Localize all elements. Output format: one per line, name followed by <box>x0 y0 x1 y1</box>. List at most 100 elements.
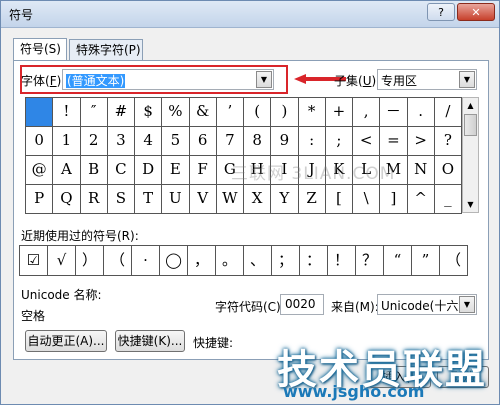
symbol-cell[interactable]: V <box>189 185 217 214</box>
recent-symbol-cell[interactable]: ◯ <box>160 246 188 276</box>
symbol-cell[interactable]: Q <box>53 185 81 214</box>
symbol-cell[interactable]: < <box>353 127 381 156</box>
char-code-label: 字符代码(C): <box>215 300 285 314</box>
symbol-cell[interactable]: / <box>434 98 462 127</box>
shortcut-label: 快捷键: <box>193 336 234 350</box>
symbol-cell[interactable]: 5 <box>162 127 190 156</box>
symbol-cell[interactable]: 2 <box>80 127 108 156</box>
symbol-cell[interactable]: N <box>407 156 435 185</box>
symbol-cell[interactable]: @ <box>26 156 54 185</box>
symbol-cell[interactable]: P <box>26 185 54 214</box>
symbol-cell[interactable]: ″ <box>80 98 108 127</box>
recent-symbol-cell[interactable]: ！ <box>328 246 356 276</box>
chevron-down-icon[interactable]: ▼ <box>459 71 475 88</box>
recent-symbol-cell[interactable]: ） <box>76 246 104 276</box>
scroll-down-icon[interactable]: ▼ <box>463 197 478 212</box>
symbol-cell[interactable]: － <box>380 98 408 127</box>
symbol-cell[interactable]: C <box>107 156 135 185</box>
symbol-cell[interactable]: R <box>80 185 108 214</box>
symbol-cell[interactable]: * <box>298 98 326 127</box>
symbol-cell[interactable]: & <box>189 98 217 127</box>
recent-symbol-cell[interactable]: √ <box>48 246 76 276</box>
symbol-cell[interactable]: ) <box>271 98 299 127</box>
recent-symbol-cell[interactable]: · <box>132 246 160 276</box>
symbol-dialog: 符号 ? ✕ 符号(S) 特殊字符(P) 字体(F): (普通文本) ▼ 子集(… <box>0 0 500 405</box>
chevron-down-icon[interactable]: ▼ <box>459 296 475 313</box>
symbol-cell[interactable]: . <box>407 98 435 127</box>
symbol-cell[interactable]: W <box>216 185 244 214</box>
symbol-cell[interactable]: O <box>434 156 462 185</box>
symbol-grid: ! ″ # $% &’() * +, －./0 1 2 3 4 5 6 7 8 9:; < = >? @ A B C D E F G H… <box>25 97 462 214</box>
from-dropdown[interactable]: Unicode(十六进 ▼ <box>377 294 477 315</box>
scroll-up-icon[interactable]: ▲ <box>463 98 478 113</box>
close-button[interactable]: ✕ <box>457 3 495 21</box>
subset-dropdown[interactable]: 专用区 ▼ <box>377 69 477 90</box>
symbol-cell[interactable]: + <box>325 98 353 127</box>
help-button[interactable]: ? <box>427 3 455 21</box>
symbol-cell[interactable]: > <box>407 127 435 156</box>
symbol-cell[interactable]: # <box>107 98 135 127</box>
symbol-cell[interactable]: B <box>80 156 108 185</box>
tab-symbols[interactable]: 符号(S) <box>13 38 67 61</box>
tab-special-characters[interactable]: 特殊字符(P) <box>69 39 143 60</box>
shortcut-key-button[interactable]: 快捷键(K)... <box>115 330 185 352</box>
recent-symbol-cell[interactable]: 。 <box>216 246 244 276</box>
symbol-cell[interactable]: $ <box>135 98 163 127</box>
symbol-cell[interactable]: 9 <box>271 127 299 156</box>
recent-symbol-cell[interactable]: “ <box>384 246 412 276</box>
recent-symbol-cell[interactable]: ； <box>272 246 300 276</box>
symbol-cell[interactable]: X <box>244 185 272 214</box>
symbol-cell[interactable]: ] <box>380 185 408 214</box>
symbol-cell[interactable]: ? <box>434 127 462 156</box>
symbol-grid-scrollbar[interactable]: ▲ ▼ <box>462 97 479 213</box>
symbol-cell[interactable]: 0 <box>26 127 54 156</box>
symbol-cell[interactable]: ! <box>53 98 81 127</box>
symbol-cell[interactable]: [ <box>325 185 353 214</box>
recent-symbols-label: 近期使用过的符号(R): <box>21 229 139 243</box>
from-value: Unicode(十六进 <box>381 299 471 313</box>
recent-symbol-cell[interactable]: 、 <box>244 246 272 276</box>
symbol-cell[interactable]: Y <box>271 185 299 214</box>
char-code-input[interactable]: 0020 <box>280 294 324 315</box>
unicode-name-value: 空格 <box>21 309 46 323</box>
symbol-cell[interactable]: D <box>135 156 163 185</box>
symbol-cell[interactable]: 3 <box>107 127 135 156</box>
recent-symbol-cell[interactable]: ” <box>412 246 440 276</box>
from-label: 来自(M): <box>331 300 379 314</box>
symbol-cell[interactable]: Z <box>298 185 326 214</box>
symbol-cell[interactable]: 7 <box>216 127 244 156</box>
recent-symbol-cell[interactable]: ： <box>300 246 328 276</box>
symbol-cell[interactable]: E <box>162 156 190 185</box>
symbol-cell[interactable] <box>26 98 54 127</box>
symbol-cell[interactable]: 8 <box>244 127 272 156</box>
scroll-thumb[interactable] <box>464 114 477 136</box>
recent-symbol-cell[interactable]: （ <box>104 246 132 276</box>
subset-label: 子集(U): <box>334 74 381 88</box>
site-logo-url: www.jsgho.com <box>283 382 425 401</box>
symbol-cell[interactable]: A <box>53 156 81 185</box>
symbol-cell[interactable]: : <box>298 127 326 156</box>
symbol-cell[interactable]: \ <box>353 185 381 214</box>
symbol-cell[interactable]: % <box>162 98 190 127</box>
symbol-cell[interactable]: S <box>107 185 135 214</box>
autocorrect-button[interactable]: 自动更正(A)... <box>25 330 107 352</box>
recent-symbol-cell[interactable]: ？ <box>356 246 384 276</box>
symbol-cell[interactable]: 4 <box>135 127 163 156</box>
symbol-cell[interactable]: 1 <box>53 127 81 156</box>
symbol-cell[interactable]: ’ <box>216 98 244 127</box>
center-watermark: 三联网 3LIAN.COM <box>231 164 396 184</box>
symbol-cell[interactable]: , <box>353 98 381 127</box>
symbol-cell[interactable]: F <box>189 156 217 185</box>
symbol-cell[interactable]: ^ <box>407 185 435 214</box>
symbol-cell[interactable]: U <box>162 185 190 214</box>
recent-symbol-cell[interactable]: （ <box>440 246 468 276</box>
symbol-cell[interactable]: _ <box>434 185 462 214</box>
symbol-cell[interactable]: 6 <box>189 127 217 156</box>
symbol-cell[interactable]: ; <box>325 127 353 156</box>
symbol-cell[interactable]: ( <box>244 98 272 127</box>
subset-value: 专用区 <box>381 74 418 88</box>
recent-symbol-cell[interactable]: ， <box>188 246 216 276</box>
symbol-cell[interactable]: = <box>380 127 408 156</box>
symbol-cell[interactable]: T <box>135 185 163 214</box>
recent-symbol-cell[interactable]: ☑ <box>20 246 48 276</box>
